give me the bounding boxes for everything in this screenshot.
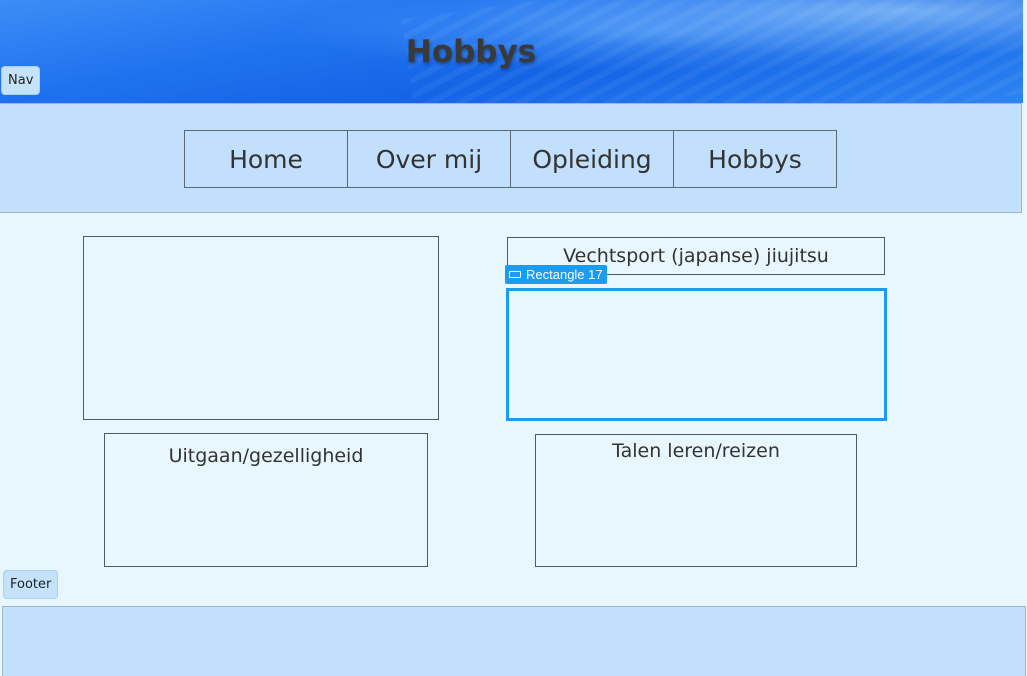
nav-bar: Home Over mij Opleiding Hobbys: [0, 103, 1022, 213]
image-placeholder-box[interactable]: [83, 236, 439, 420]
hobby-box-languages-travel[interactable]: Talen leren/reizen: [535, 434, 857, 567]
hobby-label-martial-arts: Vechtsport (japanse) jiujitsu: [563, 245, 829, 267]
nav-frame-tag[interactable]: Nav: [1, 66, 41, 95]
nav-item-over-mij[interactable]: Over mij: [347, 130, 511, 188]
page-title: Hobbys: [405, 34, 537, 70]
footer: [2, 606, 1026, 676]
selected-rectangle[interactable]: [506, 288, 887, 421]
selection-label: Rectangle 17: [526, 267, 603, 282]
rectangle-icon: [509, 271, 521, 278]
hobby-box-going-out[interactable]: Uitgaan/gezelligheid: [104, 433, 428, 567]
selection-tag: Rectangle 17: [505, 265, 607, 284]
nav-item-hobbys[interactable]: Hobbys: [673, 130, 837, 188]
footer-frame-tag[interactable]: Footer: [3, 570, 59, 599]
header-banner: Hobbys: [0, 0, 1023, 103]
nav-item-home[interactable]: Home: [184, 130, 348, 188]
hobby-label-languages-travel: Talen leren/reizen: [612, 440, 780, 462]
hobby-label-going-out: Uitgaan/gezelligheid: [168, 445, 364, 467]
nav-item-opleiding[interactable]: Opleiding: [510, 130, 674, 188]
